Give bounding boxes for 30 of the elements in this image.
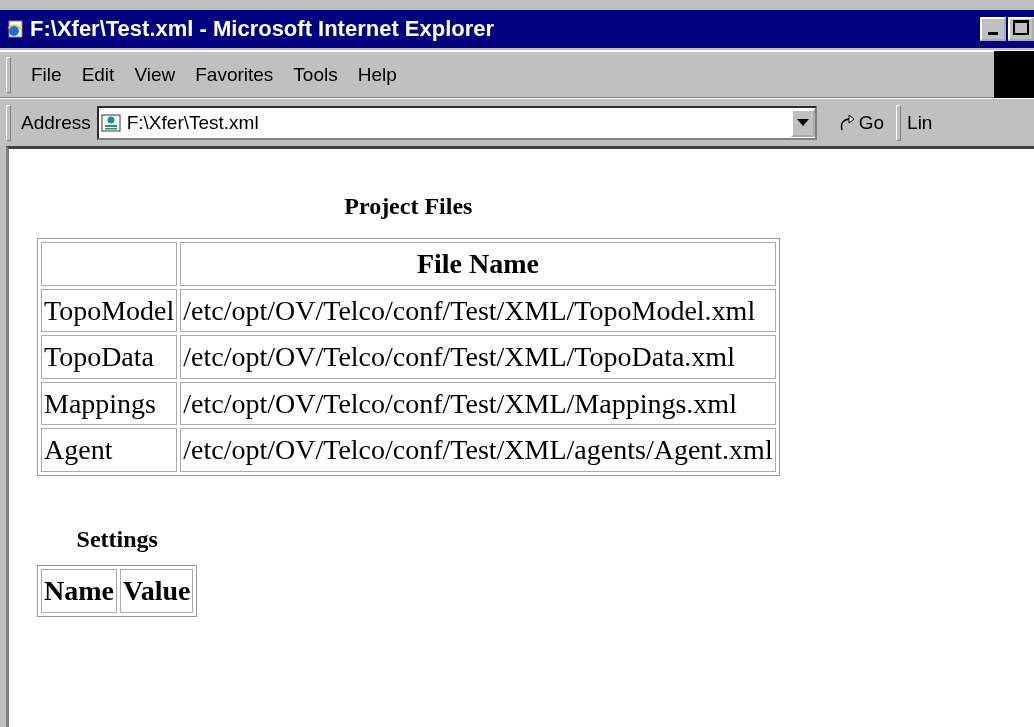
menu-item[interactable]: View <box>124 63 186 86</box>
table-cell: Agent <box>41 428 178 472</box>
table-cell: /etc/opt/OV/Telco/conf/Test/XML/TopoData.xml <box>180 335 776 379</box>
table-cell: TopoData <box>41 335 178 379</box>
column-header: File Name <box>180 242 776 286</box>
section-heading: Settings <box>76 525 158 553</box>
table-cell: /etc/opt/OV/Telco/conf/Test/XML/agents/Agent.xml <box>180 428 776 472</box>
menu-item[interactable]: Favorites <box>185 63 284 86</box>
address-label: Address <box>21 111 91 134</box>
menu-item[interactable]: Edit <box>71 63 125 86</box>
links-label[interactable]: Lin <box>907 111 933 134</box>
maximize-button[interactable] <box>1008 17 1034 41</box>
dropdown-button[interactable] <box>790 108 815 137</box>
column-header: Value <box>120 568 194 613</box>
browser-icon <box>6 20 24 38</box>
logo-panel <box>994 50 1034 99</box>
table-cell: /etc/opt/OV/Telco/conf/Test/XML/TopoModel.xml <box>180 288 776 333</box>
table-cell: TopoModel <box>41 288 178 333</box>
go-button[interactable]: Go <box>830 111 891 134</box>
page-icon <box>100 113 121 132</box>
menu-item[interactable]: Tools <box>283 63 348 86</box>
minimize-button[interactable] <box>980 17 1006 41</box>
table-cell: Mappings <box>41 381 178 426</box>
table-cell: /etc/opt/OV/Telco/conf/Test/XML/Mappings.xml <box>180 381 776 426</box>
address-field[interactable]: F:\Xfer\Test.xml <box>96 105 817 140</box>
section-heading: Project Files <box>344 193 473 220</box>
column-header: Name <box>41 568 117 613</box>
window-title: F:\Xfer\Test.xml - Microsoft Internet Explorer <box>30 16 495 42</box>
menu-item[interactable]: File <box>21 63 72 86</box>
menu-item[interactable]: Help <box>347 63 407 86</box>
